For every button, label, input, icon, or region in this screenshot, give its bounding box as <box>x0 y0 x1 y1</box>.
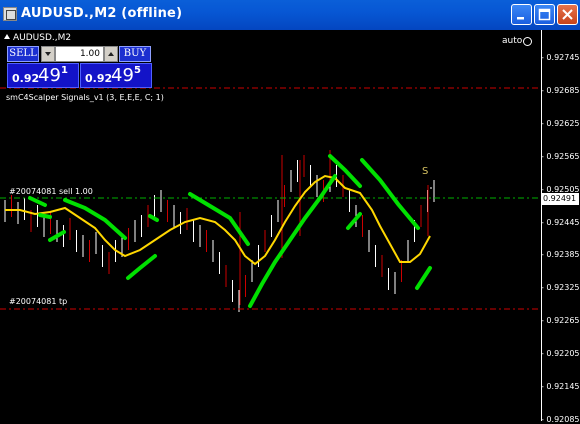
ask-pips: 49 <box>111 65 134 86</box>
title-bar: AUDUSD.,M2 (offline) <box>0 0 580 30</box>
ask-quote[interactable]: 0.92 49 5 <box>80 63 152 88</box>
price-tick-label: - 0.92565 <box>541 151 580 161</box>
price-tick-label: - 0.92145 <box>541 382 580 391</box>
buy-button[interactable]: BUY <box>119 46 151 62</box>
window-title: AUDUSD.,M2 (offline) <box>21 6 183 21</box>
bid-quote[interactable]: 0.92 49 1 <box>7 63 79 88</box>
price-chart[interactable] <box>0 30 580 421</box>
sell-order-label: #20074081 sell 1.00 <box>9 187 93 196</box>
price-tick-label: - 0.92325 <box>541 283 580 293</box>
ask-fraction: 5 <box>134 65 141 76</box>
price-tick-label: - 0.92205 <box>541 349 580 359</box>
price-tick-label: - 0.92385 <box>541 250 580 260</box>
minimize-button[interactable] <box>511 4 532 25</box>
lot-increase-button[interactable] <box>104 46 118 62</box>
one-click-trading-panel: SELL 1.00 BUY 0.92 49 1 0.92 49 5 <box>7 46 152 88</box>
bid-fraction: 1 <box>61 65 68 76</box>
price-tick-label: - 0.92085 <box>541 414 580 424</box>
close-button[interactable] <box>557 4 578 25</box>
symbol-label: AUDUSD.,M2 <box>13 33 72 43</box>
collapse-triangle-icon[interactable] <box>4 34 10 39</box>
ask-prefix: 0.92 <box>85 72 113 85</box>
price-tick-label: - 0.92265 <box>541 316 580 326</box>
price-tick-label: - 0.92745 <box>541 53 580 62</box>
bid-pips: 49 <box>38 65 61 86</box>
current-price-label: 0.92491 <box>542 193 579 205</box>
lot-size-input[interactable]: 1.00 <box>55 46 104 62</box>
indicator-label: smC4Scalper Signals_v1 (3, E,E,E, C; 1) <box>6 93 164 102</box>
chart-symbol: AUDUSD.,M2 <box>4 33 71 43</box>
maximize-button[interactable] <box>534 4 555 25</box>
app-icon <box>3 7 17 21</box>
lot-decrease-button[interactable] <box>41 46 55 62</box>
bid-prefix: 0.92 <box>12 72 40 85</box>
price-tick-label: - 0.92685 <box>541 85 580 95</box>
auto-label: auto <box>502 36 523 46</box>
candles <box>4 150 435 312</box>
price-tick-label: - 0.92625 <box>541 118 580 128</box>
sell-button[interactable]: SELL <box>7 46 39 62</box>
tp-order-label: #20074081 tp <box>9 297 68 306</box>
smiley-icon <box>523 37 532 46</box>
signal-label: S <box>422 166 429 177</box>
signal-lines <box>28 154 432 308</box>
price-tick-label: - 0.92445 <box>541 217 580 227</box>
